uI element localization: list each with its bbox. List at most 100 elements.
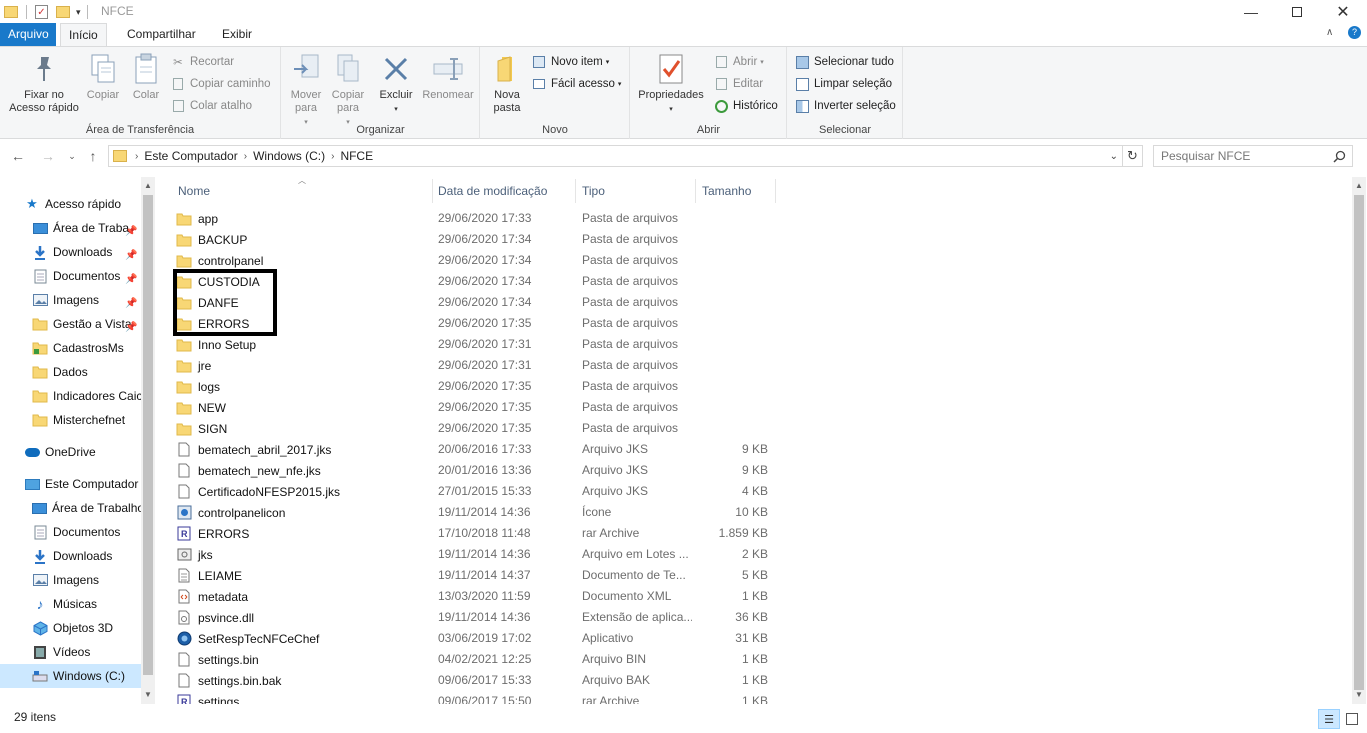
invert-selection-button[interactable]: Inverter seleção — [794, 96, 896, 116]
nav-item-documentos[interactable]: Documentos — [32, 520, 140, 544]
nav-item-downloads[interactable]: Downloads — [32, 544, 140, 568]
nav-item-objetos-3d[interactable]: Objetos 3D — [32, 616, 140, 640]
file-row[interactable]: settings.bin 04/02/2021 12:25 Arquivo BIN 1… — [176, 649, 776, 670]
scroll-up-arrow[interactable]: ▲ — [1352, 179, 1366, 193]
file-row[interactable]: psvince.dll 19/11/2014 14:36 Extensão de a… — [176, 607, 776, 628]
chevron-up-icon[interactable]: ∧ — [1326, 27, 1333, 38]
open-button[interactable]: Abrir ▾ — [713, 52, 764, 72]
nav-item-gest-o-a-vista[interactable]: Gestão a Vista 📌 — [32, 312, 140, 336]
maximize-button[interactable] — [1274, 0, 1320, 23]
cut-button[interactable]: ✂ Recortar — [170, 52, 234, 72]
file-row[interactable]: BACKUP 29/06/2020 17:34 Pasta de arquivos — [176, 229, 776, 250]
large-icons-view-button[interactable] — [1341, 709, 1363, 729]
file-row[interactable]: Rsettings 09/06/2017 15:50 rar Archive 1 KB — [176, 691, 776, 704]
tab-share[interactable]: Compartilhar — [119, 23, 204, 46]
file-row[interactable]: app 29/06/2020 17:33 Pasta de arquivos — [176, 208, 776, 229]
tab-home[interactable]: Início — [60, 23, 107, 47]
close-button[interactable]: ✕ — [1320, 0, 1366, 23]
nav-item-m-sicas[interactable]: ♪ Músicas — [32, 592, 140, 616]
file-row[interactable]: NEW 29/06/2020 17:35 Pasta de arquivos — [176, 397, 776, 418]
paste-shortcut-button[interactable]: Colar atalho — [170, 96, 252, 116]
breadcrumb-this-pc[interactable]: Este Computador — [144, 149, 237, 163]
rename-button[interactable]: Renomear — [420, 53, 476, 102]
file-row[interactable]: CertificadoNFESP2015.jks 27/01/2015 15:33… — [176, 481, 776, 502]
details-view-button[interactable]: ☰ — [1318, 709, 1340, 729]
nav-item-misterchefnet[interactable]: Misterchefnet — [32, 408, 140, 432]
file-row[interactable]: LEIAME 19/11/2014 14:37 Documento de Te...… — [176, 565, 776, 586]
file-row[interactable]: jre 29/06/2020 17:31 Pasta de arquivos — [176, 355, 776, 376]
nav-item-downloads[interactable]: Downloads 📌 — [32, 240, 140, 264]
scroll-down-arrow[interactable]: ▼ — [1352, 688, 1366, 702]
copy-to-button[interactable]: Copiar para ▾ — [328, 53, 368, 129]
properties-button[interactable]: Propriedades ▾ — [635, 53, 707, 116]
column-header-type[interactable]: Tipo — [576, 179, 696, 203]
move-to-button[interactable]: Mover para ▾ — [286, 53, 326, 129]
select-all-button[interactable]: Selecionar tudo — [794, 52, 894, 72]
file-row[interactable]: metadata 13/03/2020 11:59 Documento XML 1 K… — [176, 586, 776, 607]
new-folder-button[interactable]: Nova pasta — [487, 53, 527, 115]
tab-file[interactable]: Arquivo — [0, 23, 56, 46]
file-row[interactable]: SIGN 29/06/2020 17:35 Pasta de arquivos — [176, 418, 776, 439]
scrollbar-thumb[interactable] — [143, 195, 153, 675]
scroll-up-arrow[interactable]: ▲ — [141, 179, 155, 193]
file-row[interactable]: Inno Setup 29/06/2020 17:31 Pasta de arqui… — [176, 334, 776, 355]
customize-toolbar-icon[interactable]: ▾ — [76, 7, 81, 18]
breadcrumb-nfce[interactable]: NFCE — [340, 149, 373, 163]
tab-view[interactable]: Exibir — [214, 23, 260, 46]
nav-scrollbar[interactable]: ▲ ▼ — [141, 177, 155, 704]
file-row[interactable]: bematech_abril_2017.jks 20/06/2016 17:33 A… — [176, 439, 776, 460]
file-row[interactable]: controlpanel 29/06/2020 17:34 Pasta de arq… — [176, 250, 776, 271]
help-icon[interactable]: ? — [1348, 26, 1361, 39]
file-row[interactable]: ERRORS 29/06/2020 17:35 Pasta de arquivos — [176, 313, 776, 334]
nav-item--rea-de-trabalho[interactable]: Área de Trabalho — [32, 496, 144, 520]
file-row[interactable]: settings.bin.bak 09/06/2017 15:33 Arquivo … — [176, 670, 776, 691]
up-button[interactable]: ↑ — [84, 148, 102, 164]
file-row[interactable]: DANFE 29/06/2020 17:34 Pasta de arquivos — [176, 292, 776, 313]
back-button[interactable]: ← — [9, 148, 27, 164]
select-none-button[interactable]: Limpar seleção — [794, 74, 892, 94]
nav-item--rea-de-traba[interactable]: Área de Traba 📌 — [32, 216, 140, 240]
paste-button[interactable]: Colar — [126, 53, 166, 102]
history-button[interactable]: Histórico — [713, 96, 778, 116]
easy-access-button[interactable]: Fácil acesso ▾ — [531, 74, 621, 94]
new-item-button[interactable]: Novo item ▾ — [531, 52, 609, 72]
copy-button[interactable]: Copiar — [84, 53, 122, 102]
file-row[interactable]: R ERRORS 17/10/2018 11:48 rar Archive 1.859 … — [176, 523, 776, 544]
nav-item-imagens[interactable]: Imagens — [32, 568, 140, 592]
nav-this-pc[interactable]: Este Computador — [24, 472, 138, 496]
file-row[interactable]: SetRespTecNFCeChef 03/06/2019 17:02 Aplica… — [176, 628, 776, 649]
nav-item-indicadores-caic[interactable]: Indicadores Caic — [32, 384, 142, 408]
file-row[interactable]: logs 29/06/2020 17:35 Pasta de arquivos — [176, 376, 776, 397]
copy-path-button[interactable]: Copiar caminho — [170, 74, 271, 94]
recent-locations-button[interactable]: ⌄ — [63, 148, 81, 164]
column-header-name[interactable]: Nome — [172, 179, 433, 203]
properties-icon[interactable]: ✓ — [35, 5, 48, 19]
column-header-size[interactable]: Tamanho — [696, 179, 776, 203]
forward-button[interactable]: → — [39, 148, 57, 164]
chevron-down-icon[interactable]: ⌄ — [1110, 151, 1118, 162]
pin-quick-access-button[interactable]: Fixar no Acesso rápido — [6, 53, 82, 115]
content-scrollbar[interactable]: ▲ ▼ — [1352, 177, 1366, 704]
address-bar[interactable]: › Este Computador › Windows (C:) › NFCE … — [108, 145, 1123, 167]
scrollbar-thumb[interactable] — [1354, 195, 1364, 690]
column-header-date[interactable]: Data de modificação — [432, 179, 576, 203]
nav-item-dados[interactable]: Dados — [32, 360, 140, 384]
file-row[interactable]: controlpanelicon 19/11/2014 14:36 Ícone 10 … — [176, 502, 776, 523]
nav-onedrive[interactable]: OneDrive — [24, 440, 96, 464]
breadcrumb-drive-c[interactable]: Windows (C:) — [253, 149, 325, 163]
file-row[interactable]: bematech_new_nfe.jks 20/01/2016 13:36 Arqu… — [176, 460, 776, 481]
scroll-down-arrow[interactable]: ▼ — [141, 688, 155, 702]
nav-item-documentos[interactable]: Documentos 📌 — [32, 264, 140, 288]
search-input[interactable]: Pesquisar NFCE — [1153, 145, 1353, 167]
nav-quick-access[interactable]: ★ Acesso rápido — [24, 192, 121, 216]
minimize-button[interactable]: — — [1228, 0, 1274, 23]
nav-item-windows-c-[interactable]: Windows (C:) — [0, 664, 141, 688]
new-folder-icon[interactable] — [56, 6, 70, 18]
nav-item-imagens[interactable]: Imagens 📌 — [32, 288, 140, 312]
file-row[interactable]: CUSTODIA 29/06/2020 17:34 Pasta de arquivo… — [176, 271, 776, 292]
nav-item-v-deos[interactable]: Vídeos — [32, 640, 140, 664]
delete-button[interactable]: Excluir ▾ — [376, 53, 416, 116]
file-row[interactable]: jks 19/11/2014 14:36 Arquivo em Lotes ... 2… — [176, 544, 776, 565]
refresh-button[interactable]: ↻ — [1123, 145, 1143, 167]
nav-item-cadastrosms[interactable]: CadastrosMs — [32, 336, 140, 360]
